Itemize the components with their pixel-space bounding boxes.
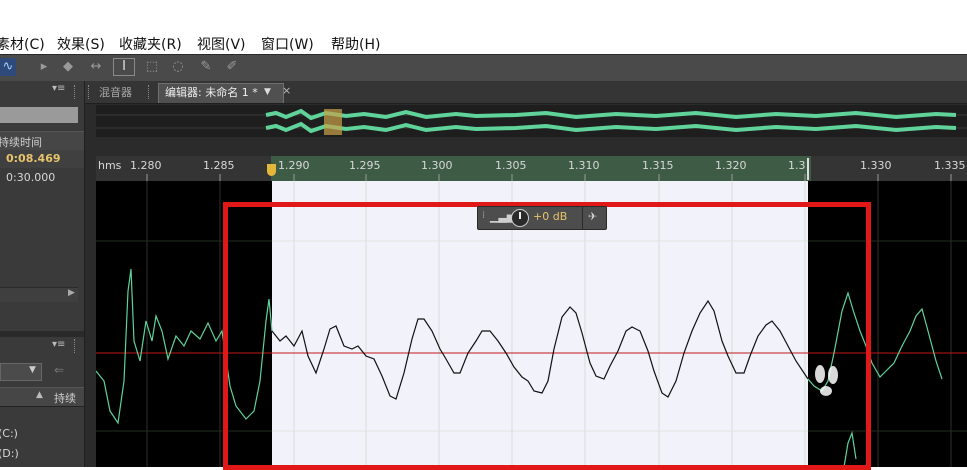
playhead-marker[interactable] — [267, 164, 276, 176]
volume-knob[interactable] — [511, 209, 529, 227]
marquee-tool-icon[interactable]: ⬚ — [142, 58, 162, 76]
hud-grip[interactable]: ⁞ — [482, 210, 485, 221]
files-panel: ▾≡ 持续时间 0:08.469 0:30.000 ▶ ▾≡ ▼ ⇐ ▲ 持续 … — [0, 81, 85, 467]
menu-item-window[interactable]: 窗口(W) — [261, 34, 314, 54]
horizontal-scrollbar[interactable]: ▶ — [0, 287, 78, 302]
menu-bar: 素材(C) 效果(S) 收藏夹(R) 视图(V) 窗口(W) 帮助(H) — [0, 28, 967, 54]
search-input[interactable] — [0, 107, 78, 123]
annotation-highlight-box — [223, 202, 871, 470]
slip-tool-icon[interactable]: ↔ — [86, 58, 106, 76]
ruler-ticks-svg — [146, 174, 952, 181]
panel-divider — [0, 331, 84, 337]
column-header-row: ▲ 持续 — [0, 387, 84, 407]
back-arrow-icon[interactable]: ⇐ — [54, 363, 64, 377]
volume-value[interactable]: +0 dB — [533, 210, 567, 223]
spot-healing-tool-icon[interactable]: ✐ — [222, 58, 242, 76]
spectrum-icon[interactable]: ∿ — [0, 58, 16, 76]
chevron-down-icon: ▼ — [29, 365, 36, 375]
menu-item-assets[interactable]: 素材(C) — [0, 34, 45, 54]
razor-tool-icon[interactable]: ◆ — [58, 58, 78, 76]
overview-waveform-svg — [96, 108, 967, 135]
menu-item-view[interactable]: 视图(V) — [197, 34, 246, 54]
panel-grip[interactable] — [88, 85, 93, 99]
drive-label: (C:) — [0, 427, 18, 440]
panel-grip[interactable] — [74, 339, 81, 353]
file-row[interactable]: 0:30.000 — [0, 169, 84, 187]
tab-mixer[interactable]: 混音器 — [99, 84, 132, 102]
drive-item[interactable]: (C:) — [0, 425, 84, 443]
panel-menu-icon[interactable]: ▾≡ — [52, 339, 72, 353]
lasso-tool-icon[interactable]: ◌ — [168, 58, 188, 76]
menu-item-effects[interactable]: 效果(S) — [57, 34, 105, 54]
time-ruler[interactable]: hms 1.280 1.285 1.290 1.295 1.300 1.305 … — [96, 156, 967, 181]
file-row[interactable]: 0:08.469 — [0, 150, 84, 168]
selection-end-handle[interactable] — [807, 158, 815, 180]
time-selection-tool-icon[interactable]: I — [113, 58, 135, 76]
volume-hud[interactable]: ⁞ ▁▃▅▇ +0 dB ✈ — [477, 206, 607, 230]
tab-editor-label: 编辑器: 未命名 1 * — [165, 86, 258, 99]
menu-item-favorites[interactable]: 收藏夹(R) — [119, 34, 182, 54]
menu-item-help[interactable]: 帮助(H) — [331, 34, 380, 54]
panel-grip[interactable] — [148, 85, 153, 99]
hud-divider — [582, 207, 583, 229]
chevron-down-icon[interactable]: ▼ — [264, 87, 271, 97]
column-header-duration[interactable]: 持续时间 — [0, 134, 42, 150]
file-duration: 0:08.469 — [6, 152, 61, 165]
panel-grip[interactable] — [74, 85, 81, 99]
pin-icon[interactable]: ✈ — [588, 210, 597, 223]
column-header-duration[interactable]: 持续 — [54, 390, 76, 406]
toolbar: ∿ ▸ ◆ ↔ I ⬚ ◌ ✎ ✐ — [0, 54, 967, 82]
overview-waveform[interactable] — [96, 105, 967, 137]
brush-tool-icon[interactable]: ✎ — [196, 58, 216, 76]
panel-menu-icon[interactable]: ▾≡ — [52, 83, 66, 97]
file-duration: 0:30.000 — [6, 171, 56, 184]
tab-bar: 混音器 编辑器: 未命名 1 * ▼ × — [85, 81, 967, 104]
folder-dropdown[interactable]: ▼ — [0, 363, 42, 381]
scroll-right-icon[interactable]: ▶ — [68, 288, 75, 298]
tab-editor[interactable]: 编辑器: 未命名 1 * ▼ — [158, 83, 284, 103]
column-header-row: 持续时间 — [0, 131, 84, 151]
close-tab-icon[interactable]: × — [282, 84, 291, 97]
move-tool-icon[interactable]: ▸ — [34, 58, 54, 76]
drive-label: (D:) — [0, 447, 19, 460]
drive-item[interactable]: (D:) — [0, 445, 84, 463]
sort-up-icon[interactable]: ▲ — [36, 390, 43, 400]
